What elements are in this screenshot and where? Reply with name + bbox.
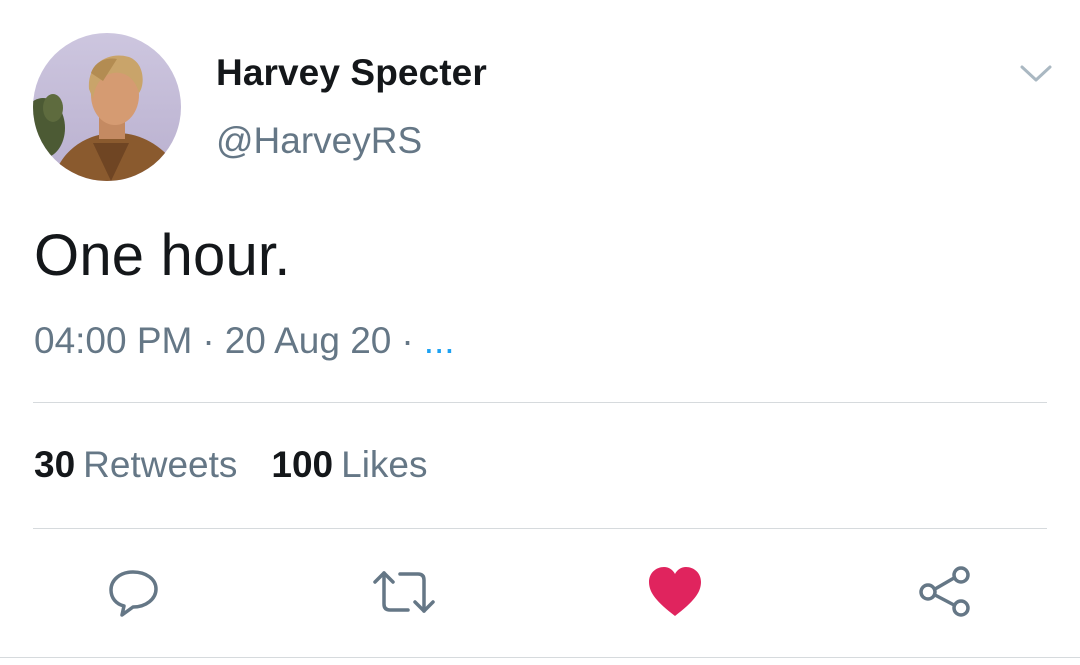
avatar[interactable] bbox=[33, 33, 181, 181]
likes-label: Likes bbox=[341, 444, 428, 485]
like-button[interactable] bbox=[645, 562, 705, 622]
chevron-down-icon[interactable] bbox=[1018, 58, 1054, 88]
tweet-time: 04:00 PM bbox=[34, 320, 193, 361]
divider bbox=[33, 528, 1047, 529]
retweets-count: 30 bbox=[34, 444, 76, 485]
reply-button[interactable] bbox=[104, 562, 164, 622]
tweet-date: 20 Aug 20 bbox=[224, 320, 392, 361]
retweet-button[interactable] bbox=[372, 562, 435, 622]
meta-separator: · bbox=[202, 320, 215, 361]
display-name[interactable]: Harvey Specter bbox=[216, 52, 487, 94]
tweet-stats: 30 Retweets 100 Likes bbox=[34, 444, 428, 486]
share-nodes-icon bbox=[919, 566, 970, 617]
user-handle[interactable]: @HarveyRS bbox=[216, 120, 422, 162]
divider bbox=[0, 657, 1080, 658]
tweet-meta: 04:00 PM · 20 Aug 20 ·... bbox=[34, 320, 455, 362]
comment-bubble-icon bbox=[109, 570, 158, 617]
retweet-arrows-icon bbox=[373, 571, 435, 613]
share-button[interactable] bbox=[915, 562, 975, 622]
likes-count: 100 bbox=[271, 444, 334, 485]
retweets-label: Retweets bbox=[83, 444, 238, 485]
retweets-stat[interactable]: 30 Retweets bbox=[34, 444, 237, 486]
divider bbox=[33, 402, 1047, 403]
tweet-text: One hour. bbox=[34, 223, 291, 288]
likes-stat[interactable]: 100 Likes bbox=[271, 444, 427, 486]
avatar-photo bbox=[33, 33, 181, 181]
meta-separator: · bbox=[401, 320, 414, 361]
heart-filled-icon bbox=[649, 567, 701, 616]
more-link[interactable]: ... bbox=[424, 320, 455, 361]
